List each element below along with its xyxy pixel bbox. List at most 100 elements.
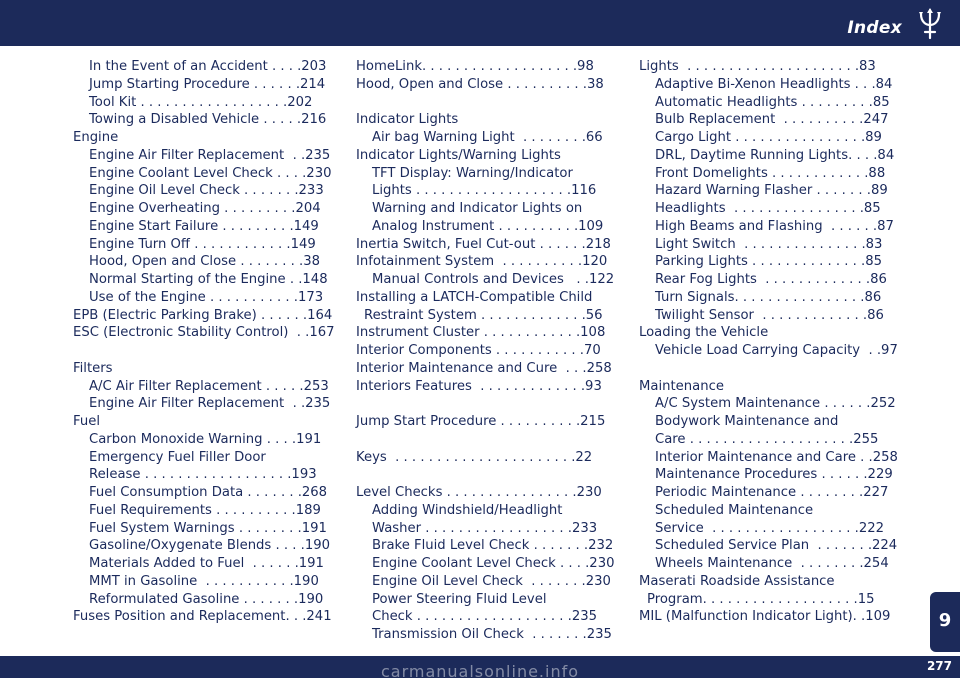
index-entry: MIL (Malfunction Indicator Light). .109	[639, 609, 891, 625]
index-entry: Engine Coolant Level Check . . . .230	[89, 165, 332, 181]
index-entry: Cargo Light . . . . . . . . . . . . . . …	[655, 130, 882, 145]
index-entry: Check . . . . . . . . . . . . . . . . . …	[372, 609, 598, 625]
index-spacer	[73, 342, 335, 360]
index-entry: Hood, Open and Close . . . . . . . .38	[89, 254, 321, 270]
index-entry: Maintenance Procedures . . . . . .229	[655, 467, 893, 483]
index-entry: Infotainment System . . . . . . . . . .1…	[356, 254, 608, 270]
footer-bar: carmanualsonline.info 277	[0, 656, 960, 681]
index-entry: Fuel System Warnings . . . . . . . .191	[89, 520, 327, 536]
index-entry: Wheels Maintenance . . . . . . . .254	[655, 556, 889, 571]
index-entry: Engine Oil Level Check . . . . . . .233	[89, 183, 324, 199]
index-entry: Release . . . . . . . . . . . . . . . . …	[89, 467, 317, 483]
index-entry: Towing a Disabled Vehicle . . . . .216	[89, 112, 327, 128]
index-entry: Adaptive Bi-Xenon Headlights . . .84	[655, 76, 893, 92]
index-entry: EPB (Electric Parking Brake) . . . . . .…	[73, 307, 333, 323]
watermark: carmanualsonline.info	[380, 662, 580, 681]
chapter-number: 9	[938, 610, 952, 631]
index-entry: Bulb Replacement . . . . . . . . . .247	[655, 112, 889, 128]
index-entry: Materials Added to Fuel . . . . . .191	[89, 556, 324, 571]
page-title: Index	[847, 18, 902, 38]
index-entry: Brake Fluid Level Check . . . . . . .232	[372, 538, 614, 554]
index-entry: Engine Air Filter Replacement . .235	[89, 147, 331, 163]
index-entry: A/C Air Filter Replacement . . . . .253	[89, 378, 329, 394]
index-entry: Engine Air Filter Replacement . .235	[89, 396, 331, 412]
index-entry: Lights . . . . . . . . . . . . . . . . .…	[372, 183, 597, 199]
index-entry: Engine Turn Off . . . . . . . . . . . .1…	[89, 236, 316, 252]
index-spacer	[356, 431, 614, 449]
index-entry: TFT Display: Warning/Indicator	[372, 165, 573, 181]
index-entry: Air bag Warning Light . . . . . . . .66	[372, 130, 603, 145]
header-bar: Index	[0, 0, 960, 46]
index-entry: Restraint System . . . . . . . . . . . .…	[364, 307, 603, 323]
index-entry: Interior Components . . . . . . . . . . …	[356, 343, 601, 358]
index-entry: Analog Instrument . . . . . . . . . .109	[372, 218, 604, 234]
index-entry: Engine	[73, 130, 119, 145]
index-entry: Fuel Consumption Data . . . . . . .268	[89, 485, 328, 500]
index-entry: Engine Overheating . . . . . . . . .204	[89, 201, 321, 216]
index-entry: Interior Maintenance and Care . .258	[655, 449, 898, 465]
index-entry: Vehicle Load Carrying Capacity . .97	[655, 343, 898, 358]
index-entry: Headlights . . . . . . . . . . . . . . .…	[655, 201, 881, 216]
index-entry: Transmission Oil Check . . . . . . .235	[372, 627, 612, 642]
page-number: 277	[926, 659, 952, 673]
index-entry: ESC (Electronic Stability Control) . .16…	[73, 325, 335, 341]
index-entry: High Beams and Flashing . . . . . .87	[655, 218, 894, 234]
index-entry: Automatic Headlights . . . . . . . . .85	[655, 94, 890, 110]
index-entry: Washer . . . . . . . . . . . . . . . . .…	[372, 520, 598, 536]
index-entry: Hazard Warning Flasher . . . . . . .89	[655, 183, 888, 199]
trident-logo-icon	[919, 8, 941, 40]
index-entry: A/C System Maintenance . . . . . .252	[655, 396, 896, 412]
index-entry: Fuses Position and Replacement. . .241	[73, 609, 332, 625]
index-entry: Engine Oil Level Check . . . . . . .230	[372, 573, 611, 589]
index-column-3: Lights . . . . . . . . . . . . . . . . .…	[639, 58, 898, 626]
index-column-1: In the Event of an Accident . . . .203 Ju…	[73, 58, 335, 626]
index-entry: Warning and Indicator Lights on	[372, 201, 583, 216]
index-entry: Twilight Sensor . . . . . . . . . . . . …	[655, 307, 884, 323]
index-entry: Normal Starting of the Engine . .148	[89, 272, 328, 287]
index-entry: Scheduled Maintenance	[655, 502, 814, 518]
index-entry: HomeLink. . . . . . . . . . . . . . . . …	[356, 59, 594, 74]
index-entry: Instrument Cluster . . . . . . . . . . .…	[356, 325, 606, 341]
index-entry: Engine Coolant Level Check . . . .230	[372, 556, 615, 571]
index-entry: Parking Lights . . . . . . . . . . . . .…	[655, 254, 883, 270]
index-entry: Keys . . . . . . . . . . . . . . . . . .…	[356, 449, 593, 465]
index-entry: Loading the Vehicle	[639, 325, 769, 341]
index-entry: Lights . . . . . . . . . . . . . . . . .…	[639, 59, 876, 74]
index-entry: Light Switch . . . . . . . . . . . . . .…	[655, 236, 883, 252]
index-entry: Periodic Maintenance . . . . . . . .227	[655, 485, 889, 500]
index-entry: MMT in Gasoline . . . . . . . . . . .190	[89, 573, 319, 589]
index-column-2: HomeLink. . . . . . . . . . . . . . . . …	[356, 58, 614, 644]
index-entry: Program. . . . . . . . . . . . . . . . .…	[647, 591, 875, 607]
index-entry: Interior Maintenance and Cure . . .258	[356, 360, 612, 376]
index-spacer	[356, 466, 614, 484]
index-entry: Indicator Lights/Warning Lights	[356, 147, 561, 163]
index-entry: Engine Start Failure . . . . . . . . .14…	[89, 218, 319, 234]
index-entry: Use of the Engine . . . . . . . . . . .1…	[89, 289, 324, 305]
index-entry: Level Checks . . . . . . . . . . . . . .…	[356, 485, 602, 500]
index-entry: Maserati Roadside Assistance	[639, 573, 835, 589]
index-entry: Power Steering Fluid Level	[372, 591, 547, 607]
index-entry: Installing a LATCH-Compatible Child	[356, 289, 593, 305]
index-entry: Inertia Switch, Fuel Cut-out . . . . . .…	[356, 236, 611, 252]
index-entry: Turn Signals. . . . . . . . . . . . . . …	[655, 289, 882, 305]
index-entry: Interiors Features . . . . . . . . . . .…	[356, 378, 602, 394]
index-entry: Rear Fog Lights . . . . . . . . . . . . …	[655, 272, 887, 287]
index-entry: Fuel Requirements . . . . . . . . . .189	[89, 502, 321, 518]
index-entry: Bodywork Maintenance and	[655, 414, 839, 429]
index-columns: In the Event of an Accident . . . .203 Ju…	[0, 58, 930, 642]
index-entry: In the Event of an Accident . . . .203	[89, 59, 327, 74]
index-entry: DRL, Daytime Running Lights. . . .84	[655, 147, 895, 163]
index-entry: Care . . . . . . . . . . . . . . . . . .…	[655, 431, 879, 447]
index-entry: Jump Starting Procedure . . . . . .214	[89, 76, 326, 92]
index-entry: Fuel	[73, 414, 100, 429]
index-spacer	[639, 360, 898, 378]
index-spacer	[356, 395, 614, 413]
index-entry: Hood, Open and Close . . . . . . . . . .…	[356, 76, 604, 92]
index-entry: Scheduled Service Plan . . . . . . .224	[655, 538, 898, 554]
index-entry: Reformulated Gasoline . . . . . . .190	[89, 591, 324, 607]
index-entry: Front Domelights . . . . . . . . . . . .…	[655, 165, 886, 181]
index-entry: Maintenance	[639, 378, 724, 394]
index-entry: Carbon Monoxide Warning . . . .191	[89, 431, 322, 447]
index-entry: Jump Start Procedure . . . . . . . . . .…	[356, 414, 606, 429]
index-entry: Service . . . . . . . . . . . . . . . . …	[655, 520, 885, 536]
